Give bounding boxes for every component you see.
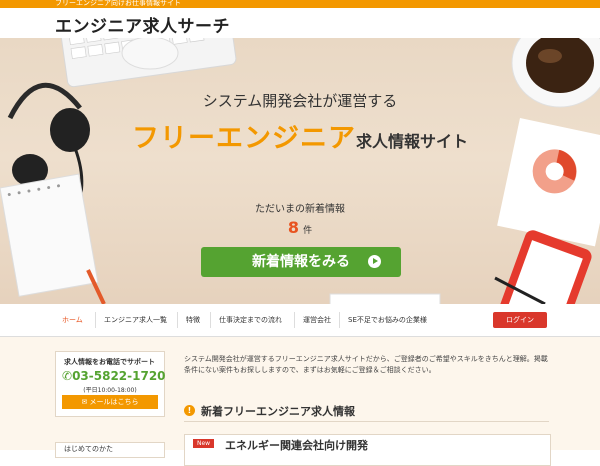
login-button[interactable]: ログイン xyxy=(493,312,547,328)
job-title[interactable]: エネルギー関連会社向け開発 xyxy=(225,437,368,453)
nav-item-home[interactable]: ホーム xyxy=(62,315,83,325)
view-new-jobs-button[interactable]: 新着情報をみる xyxy=(201,247,401,277)
cta-label: 新着情報をみる xyxy=(252,254,350,270)
hero-heading-rest: 求人情報サイト xyxy=(355,132,468,151)
header: エンジニア求人サーチ xyxy=(0,8,600,38)
nav-item-job-list[interactable]: エンジニア求人一覧 xyxy=(104,315,167,325)
phone-hours: (平日10:00-18:00) xyxy=(83,387,137,394)
phone-support-title: 求人情報をお電話でサポート xyxy=(64,358,155,366)
hero-heading: フリーエンジニア求人情報サイト xyxy=(0,116,600,155)
hero-heading-accent: フリーエンジニア xyxy=(131,123,356,154)
site-logo-title[interactable]: エンジニア求人サーチ xyxy=(55,12,230,37)
nav-item-for-companies[interactable]: SE不足でお悩みの企業様 xyxy=(348,315,427,325)
phone-support-box: 求人情報をお電話でサポート ✆03-5822-1720 (平日10:00-18:… xyxy=(55,351,166,417)
phone-icon: ✆ xyxy=(62,369,73,383)
section-divider xyxy=(184,421,549,422)
new-badge: New xyxy=(193,439,215,448)
mail-button-label: メールはこちら xyxy=(89,398,139,406)
main-content: 求人情報をお電話でサポート ✆03-5822-1720 (平日10:00-18:… xyxy=(0,337,600,466)
nav-item-company[interactable]: 運営会社 xyxy=(303,315,331,325)
top-bar: フリーエンジニア向けお仕事情報サイト xyxy=(0,0,600,8)
exclamation-icon: ! xyxy=(184,405,195,416)
beginner-guide-box[interactable]: はじめてのかた xyxy=(55,442,165,458)
site-tagline: フリーエンジニア向けお仕事情報サイト xyxy=(55,0,181,7)
play-arrow-icon xyxy=(368,255,381,268)
nav-item-flow[interactable]: 仕事決定までの流れ xyxy=(219,315,282,325)
nav-divider xyxy=(294,312,295,328)
nav-divider xyxy=(177,312,178,328)
hero-banner: システム開発会社が運営する フリーエンジニア求人情報サイト ただいまの新着情報 … xyxy=(0,38,600,304)
nav-divider xyxy=(95,312,96,328)
nav-divider xyxy=(339,312,340,328)
intro-text: システム開発会社が運営するフリーエンジニア求人サイトだから、ご登録者のご希望やス… xyxy=(184,355,548,374)
phone-number[interactable]: ✆03-5822-1720 xyxy=(62,369,166,383)
nav-divider xyxy=(210,312,211,328)
count-number: 8 xyxy=(287,218,300,237)
new-arrivals-count: 8件 xyxy=(0,218,600,237)
global-nav: ホーム エンジニア求人一覧 特徴 仕事決定までの流れ 運営会社 SE不足でお悩み… xyxy=(0,304,600,337)
mail-icon: ✉ xyxy=(81,398,90,406)
beginner-guide-title: はじめてのかた xyxy=(64,445,113,453)
job-listing-item[interactable]: New エネルギー関連会社向け開発 xyxy=(184,434,551,466)
nav-item-features[interactable]: 特徴 xyxy=(186,315,200,325)
hero-subtitle: システム開発会社が運営する xyxy=(202,92,398,110)
count-unit: 件 xyxy=(303,226,313,236)
mail-contact-button[interactable]: ✉ メールはこちら xyxy=(62,395,158,409)
section-heading-text: 新着フリーエンジニア求人情報 xyxy=(201,405,355,418)
new-arrivals-label: ただいまの新着情報 xyxy=(255,204,345,215)
phone-number-text: 03-5822-1720 xyxy=(72,369,166,383)
